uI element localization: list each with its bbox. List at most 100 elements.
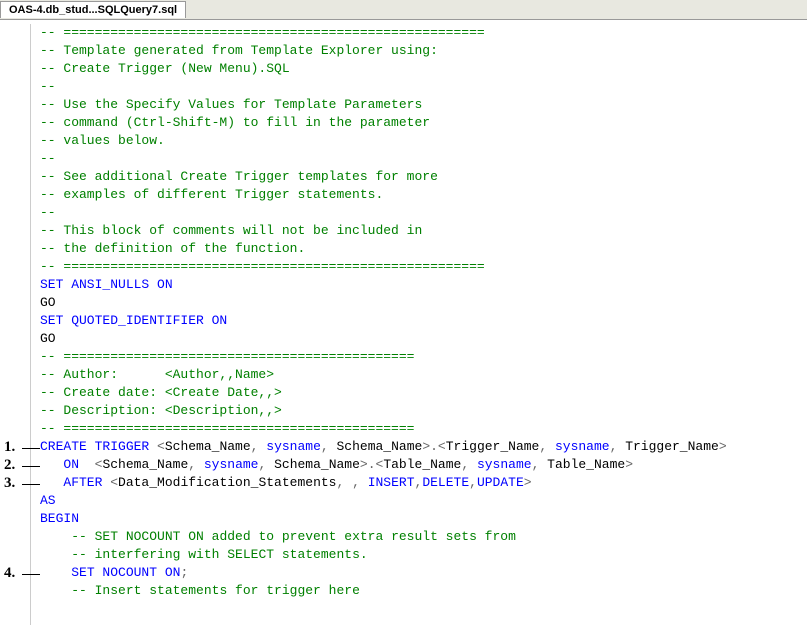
code-token: -- the definition of the function. <box>40 241 305 256</box>
code-token: >.< <box>422 439 445 454</box>
code-token: ; <box>180 565 188 580</box>
code-line[interactable]: AS <box>0 492 807 510</box>
annotation-label: 2. <box>4 456 15 474</box>
code-token: < <box>157 439 165 454</box>
code-token: , <box>188 457 204 472</box>
annotation-arrow <box>22 574 40 575</box>
code-token: , <box>539 439 555 454</box>
code-token: -- =====================================… <box>40 421 414 436</box>
code-line[interactable]: -- =====================================… <box>0 420 807 438</box>
code-token: -- Create Trigger (New Menu).SQL <box>40 61 290 76</box>
code-line[interactable]: -- This block of comments will not be in… <box>0 222 807 240</box>
code-token: sysname <box>204 457 259 472</box>
code-line[interactable]: -- Create Trigger (New Menu).SQL <box>0 60 807 78</box>
code-line[interactable]: GO <box>0 294 807 312</box>
code-line[interactable]: 4. SET NOCOUNT ON; <box>0 564 807 582</box>
code-token <box>40 583 71 598</box>
code-token: Data_Modification_Statements <box>118 475 336 490</box>
code-token <box>40 547 71 562</box>
active-tab[interactable]: OAS-4.db_stud...SQLQuery7.sql <box>0 1 186 18</box>
code-token: -- SET NOCOUNT ON added to prevent extra… <box>71 529 516 544</box>
code-token: , , <box>336 475 367 490</box>
code-line[interactable]: -- <box>0 150 807 168</box>
code-token: UPDATE <box>477 475 524 490</box>
tab-bar: OAS-4.db_stud...SQLQuery7.sql <box>0 0 807 20</box>
code-token: -- =====================================… <box>40 259 485 274</box>
annotation-label: 3. <box>4 474 15 492</box>
code-token: -- command (Ctrl-Shift-M) to fill in the… <box>40 115 430 130</box>
code-token: sysname <box>266 439 321 454</box>
code-editor[interactable]: -- =====================================… <box>0 20 807 625</box>
code-line[interactable]: -- =====================================… <box>0 24 807 42</box>
code-line[interactable]: -- Template generated from Template Expl… <box>0 42 807 60</box>
code-token: AS <box>40 493 56 508</box>
code-token: > <box>625 457 633 472</box>
code-line[interactable]: -- SET NOCOUNT ON added to prevent extra… <box>0 528 807 546</box>
code-token: -- interfering with SELECT statements. <box>71 547 367 562</box>
code-token: -- Description: <Description,,> <box>40 403 282 418</box>
code-token: > <box>719 439 727 454</box>
code-line[interactable]: -- examples of different Trigger stateme… <box>0 186 807 204</box>
code-token: SET QUOTED_IDENTIFIER ON <box>40 313 227 328</box>
code-token: sysname <box>555 439 610 454</box>
code-line[interactable]: -- <box>0 204 807 222</box>
code-token: -- Insert statements for trigger here <box>71 583 360 598</box>
code-token: , <box>469 475 477 490</box>
code-token: -- This block of comments will not be in… <box>40 223 422 238</box>
code-token: BEGIN <box>40 511 79 526</box>
code-line[interactable]: 3. AFTER <Data_Modification_Statements, … <box>0 474 807 492</box>
code-line[interactable]: -- values below. <box>0 132 807 150</box>
code-line[interactable]: -- Insert statements for trigger here <box>0 582 807 600</box>
code-token: sysname <box>477 457 532 472</box>
code-token: Table_Name <box>383 457 461 472</box>
code-token <box>40 529 71 544</box>
code-token: Schema_Name <box>165 439 251 454</box>
code-token: -- examples of different Trigger stateme… <box>40 187 383 202</box>
code-token: GO <box>40 331 56 346</box>
code-token: DELETE <box>422 475 469 490</box>
code-line[interactable]: -- Use the Specify Values for Template P… <box>0 96 807 114</box>
code-token: -- Template generated from Template Expl… <box>40 43 438 58</box>
code-line[interactable]: 1.CREATE TRIGGER <Schema_Name, sysname, … <box>0 438 807 456</box>
code-line[interactable]: SET ANSI_NULLS ON <box>0 276 807 294</box>
code-token: Schema_Name <box>274 457 360 472</box>
code-line[interactable]: -- =====================================… <box>0 348 807 366</box>
code-token: -- <box>40 151 56 166</box>
code-token <box>40 475 63 490</box>
code-token: , <box>251 439 267 454</box>
code-token: SET NOCOUNT ON <box>71 565 180 580</box>
code-token: -- Use the Specify Values for Template P… <box>40 97 422 112</box>
code-line[interactable]: -- =====================================… <box>0 258 807 276</box>
code-line[interactable]: -- Author: <Author,,Name> <box>0 366 807 384</box>
code-line[interactable]: -- interfering with SELECT statements. <box>0 546 807 564</box>
annotation-arrow <box>22 448 40 449</box>
code-line[interactable]: -- Description: <Description,,> <box>0 402 807 420</box>
code-token: -- <box>40 205 56 220</box>
code-token <box>40 457 63 472</box>
code-token: , <box>258 457 274 472</box>
code-token: -- =====================================… <box>40 349 414 364</box>
code-line[interactable]: -- <box>0 78 807 96</box>
annotation-arrow <box>22 466 40 467</box>
code-line[interactable]: -- Create date: <Create Date,,> <box>0 384 807 402</box>
code-token: -- Create date: <Create Date,,> <box>40 385 282 400</box>
code-line[interactable]: BEGIN <box>0 510 807 528</box>
code-line[interactable]: 2. ON <Schema_Name, sysname, Schema_Name… <box>0 456 807 474</box>
code-token: -- <box>40 79 56 94</box>
code-token: , <box>461 457 477 472</box>
code-line[interactable]: GO <box>0 330 807 348</box>
code-line[interactable]: -- the definition of the function. <box>0 240 807 258</box>
code-line[interactable]: -- See additional Create Trigger templat… <box>0 168 807 186</box>
code-token: Schema_Name <box>102 457 188 472</box>
code-token: ON <box>63 457 79 472</box>
annotation-label: 4. <box>4 564 15 582</box>
code-token: -- See additional Create Trigger templat… <box>40 169 438 184</box>
code-token: Schema_Name <box>337 439 423 454</box>
code-line[interactable]: -- command (Ctrl-Shift-M) to fill in the… <box>0 114 807 132</box>
code-token: CREATE TRIGGER <box>40 439 157 454</box>
code-token: INSERT <box>368 475 415 490</box>
code-token: -- values below. <box>40 133 165 148</box>
code-line[interactable]: SET QUOTED_IDENTIFIER ON <box>0 312 807 330</box>
code-token: < <box>110 475 118 490</box>
code-token: -- =====================================… <box>40 25 485 40</box>
